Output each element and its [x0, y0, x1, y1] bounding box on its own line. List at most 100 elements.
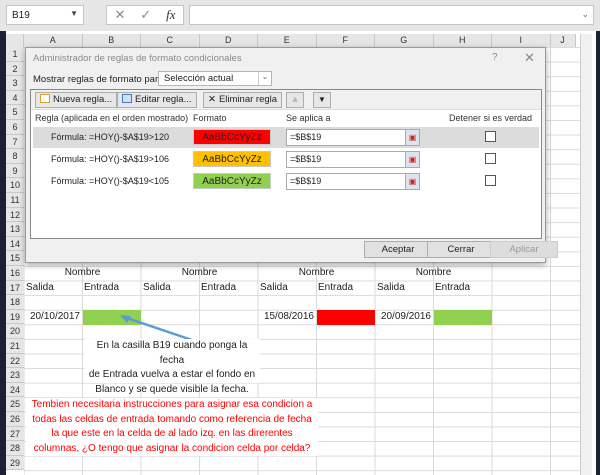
expand-chevron-icon[interactable]: ⌄	[581, 9, 589, 20]
applies-to-value: =$B$19	[290, 132, 322, 142]
column-header-f[interactable]: F	[316, 34, 375, 47]
column-header-e[interactable]: E	[258, 34, 317, 47]
cell-f19[interactable]	[317, 310, 375, 325]
applies-to-input[interactable]: =$B$19 ▣	[286, 151, 420, 168]
range-picker-icon[interactable]: ▣	[405, 152, 419, 167]
col-header-stop-if-true: Detener si es verdad	[449, 113, 533, 123]
stop-if-true-checkbox[interactable]	[485, 175, 496, 186]
applies-to-input[interactable]: =$B$19 ▣	[286, 129, 420, 146]
range-picker-icon[interactable]: ▣	[405, 130, 419, 145]
formula-input[interactable]: ⌄	[189, 5, 594, 25]
row-header-29[interactable]: 29	[6, 455, 24, 471]
question-line: Tembien necesitaria instrucciones para a…	[31, 399, 313, 410]
show-rules-value: Selección actual	[164, 73, 234, 84]
header-nombre: Nombre	[181, 267, 218, 278]
help-icon[interactable]: ?	[492, 52, 498, 63]
column-header-c[interactable]: C	[141, 34, 200, 47]
column-header-h[interactable]: H	[433, 34, 492, 47]
row-header-14[interactable]: 14	[6, 236, 24, 252]
row-header-26[interactable]: 26	[6, 412, 24, 427]
col-header-rule: Regla (aplicada en el orden mostrado)	[35, 113, 189, 123]
close-icon[interactable]: ✕	[524, 50, 535, 66]
question-line: todas las celdas de entrada tomando como…	[32, 413, 312, 425]
rules-toolbar: Nueva regla... Editar regla... ✕ Eliminar…	[31, 90, 541, 110]
delete-x-icon: ✕	[208, 94, 216, 105]
edit-rule-button[interactable]: Editar regla...	[117, 92, 197, 108]
rule-row[interactable]: Fórmula: =HOY()-$A$19<105 AaBbCcYyZz =$B…	[33, 171, 539, 192]
row-header-5[interactable]: 5	[6, 105, 24, 120]
applies-to-value: =$B$19	[290, 176, 322, 186]
rules-panel: Nueva regla... Editar regla... ✕ Eliminar…	[30, 89, 542, 239]
rule-row[interactable]: Fórmula: =HOY()-$A$19>120 AaBbCcYyZz =$B…	[33, 127, 539, 148]
show-rules-select[interactable]: Selección actual ⌄	[158, 71, 272, 86]
row-header-28[interactable]: 28	[6, 441, 24, 456]
row-header-7[interactable]: 7	[6, 134, 24, 150]
row-header-25[interactable]: 25	[6, 397, 24, 412]
rule-format-preview: AaBbCcYyZz	[193, 129, 271, 145]
col-header-format: Formato	[193, 113, 227, 123]
note-textbox: En la casilla B19 cuando ponga la fecha …	[84, 339, 260, 395]
move-up-button[interactable]: ▲	[286, 92, 304, 108]
range-picker-icon[interactable]: ▣	[405, 174, 419, 189]
cell-g19[interactable]: 20/09/2016	[375, 310, 433, 325]
row-header-6[interactable]: 6	[6, 120, 24, 135]
stop-if-true-checkbox[interactable]	[485, 153, 496, 164]
ok-button[interactable]: Aceptar	[364, 241, 432, 258]
delete-rule-button[interactable]: ✕ Eliminar regla	[203, 92, 283, 108]
row-header-16[interactable]: 16	[6, 266, 24, 281]
column-header-d[interactable]: D	[199, 34, 258, 47]
row-header-11[interactable]: 11	[6, 193, 24, 208]
rule-row[interactable]: Fórmula: =HOY()-$A$19>106 AaBbCcYyZz =$B…	[33, 149, 539, 170]
column-header-g[interactable]: G	[375, 34, 434, 47]
name-box[interactable]: B19 ▼	[6, 5, 84, 25]
row-header-18[interactable]: 18	[6, 295, 24, 310]
close-button[interactable]: Cerrar	[427, 241, 495, 258]
new-rule-button[interactable]: Nueva regla...	[35, 92, 118, 108]
row-header-10[interactable]: 10	[6, 178, 24, 193]
row-header-4[interactable]: 4	[6, 90, 24, 106]
applies-to-input[interactable]: =$B$19 ▣	[286, 173, 420, 190]
row-header-19[interactable]: 19	[6, 309, 24, 325]
vertical-scrollbar[interactable]	[580, 34, 592, 475]
rule-formula: Fórmula: =HOY()-$A$19>120	[51, 132, 170, 142]
row-header-13[interactable]: 13	[6, 222, 24, 237]
column-header-a[interactable]: A	[24, 34, 83, 47]
select-all-corner[interactable]	[6, 34, 24, 47]
row-header-8[interactable]: 8	[6, 149, 24, 164]
header-entrada: Entrada	[84, 282, 120, 293]
row-header-21[interactable]: 21	[6, 339, 24, 354]
cell-a19[interactable]: 20/10/2017	[24, 310, 82, 325]
row-header-12[interactable]: 12	[6, 207, 24, 223]
row-header-3[interactable]: 3	[6, 76, 24, 91]
column-header-b[interactable]: B	[82, 34, 141, 47]
question-line: columnas, ¿O tengo que asignar la condic…	[33, 442, 311, 454]
header-salida: Salida	[377, 282, 405, 293]
row-header-24[interactable]: 24	[6, 382, 24, 398]
row-header-17[interactable]: 17	[6, 280, 24, 296]
header-salida: Salida	[143, 282, 171, 293]
row-header-15[interactable]: 15	[6, 251, 24, 266]
arrow-up-icon: ▲	[290, 94, 300, 105]
column-header-j[interactable]: J	[550, 34, 576, 47]
row-header-22[interactable]: 22	[6, 353, 24, 369]
header-entrada: Entrada	[435, 282, 471, 293]
column-header-i[interactable]: I	[492, 34, 551, 47]
cell-h19[interactable]	[434, 310, 492, 325]
rule-formula: Fórmula: =HOY()-$A$19>106	[51, 154, 170, 164]
enter-icon[interactable]: ✓	[140, 7, 151, 23]
stop-if-true-checkbox[interactable]	[485, 131, 496, 142]
insert-function-icon[interactable]: fx	[166, 7, 175, 23]
cancel-icon[interactable]: ✕	[114, 7, 125, 23]
row-header-2[interactable]: 2	[6, 61, 24, 77]
apply-button[interactable]: Aplicar	[490, 241, 558, 258]
row-header-27[interactable]: 27	[6, 426, 24, 442]
row-header-1[interactable]: 1	[6, 47, 24, 62]
rule-format-preview: AaBbCcYyZz	[193, 173, 271, 189]
chevron-down-icon[interactable]: ▼	[70, 9, 78, 18]
cell-e19[interactable]: 15/08/2016	[258, 310, 316, 325]
move-down-button[interactable]: ▼	[313, 92, 331, 108]
row-header-23[interactable]: 23	[6, 368, 24, 383]
row-header-20[interactable]: 20	[6, 324, 24, 339]
rule-format-preview: AaBbCcYyZz	[193, 151, 271, 167]
row-header-9[interactable]: 9	[6, 163, 24, 179]
